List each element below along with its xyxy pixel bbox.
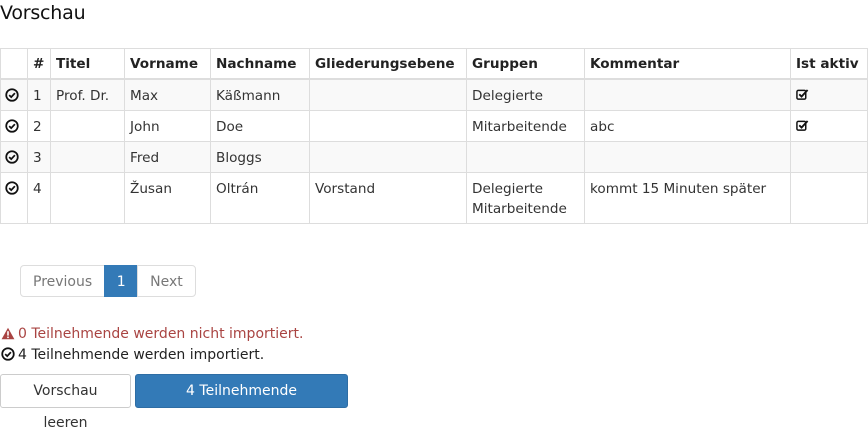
- row-kommentar: kommt 15 Minuten später: [584, 172, 791, 224]
- table-row: 4 Žusan Oltrán Vorstand Delegierte Mitar…: [0, 172, 868, 224]
- check-circle-icon: [5, 181, 19, 195]
- group-label: Delegierte: [472, 181, 544, 197]
- group-label: Mitarbeitende: [472, 119, 567, 135]
- row-status-cell: [0, 141, 28, 173]
- warning-triangle-icon: [1, 327, 15, 340]
- table-row: 1 Prof. Dr. Max Käßmann Delegierte: [0, 78, 868, 111]
- check-square-icon: [796, 89, 809, 100]
- previous-page-button[interactable]: Previous: [20, 265, 106, 297]
- row-status-cell: [0, 110, 28, 142]
- next-page-button[interactable]: Next: [137, 265, 196, 297]
- column-header-nachname: Nachname: [210, 48, 310, 80]
- row-number: 3: [27, 141, 51, 173]
- row-kommentar: abc: [584, 110, 791, 142]
- row-gruppen: Mitarbeitende: [466, 110, 585, 142]
- group-label: Mitarbeitende: [472, 201, 567, 217]
- column-header-kommentar: Kommentar: [584, 48, 791, 80]
- row-status-cell: [0, 78, 28, 111]
- row-gliederungsebene: [309, 110, 467, 142]
- row-nachname: Bloggs: [210, 141, 310, 173]
- row-nachname: Oltrán: [210, 172, 310, 224]
- column-header-ist-aktiv: Ist aktiv: [790, 48, 868, 80]
- row-nachname: Doe: [210, 110, 310, 142]
- imported-message: 4 Teilnehmende werden importiert.: [1, 346, 264, 364]
- preview-table: # Titel Vorname Nachname Gliederungseben…: [0, 48, 868, 224]
- row-gruppen: Delegierte Mitarbeitende: [466, 172, 585, 224]
- row-ist-aktiv: [790, 172, 868, 224]
- check-square-icon: [796, 120, 809, 131]
- table-header-row: # Titel Vorname Nachname Gliederungseben…: [0, 48, 868, 80]
- pagination: Previous 1 Next: [20, 265, 196, 297]
- import-participants-button[interactable]: 4 Teilnehmende importieren: [135, 374, 348, 431]
- column-header-vorname: Vorname: [124, 48, 211, 80]
- row-status-cell: [0, 172, 28, 224]
- row-number: 1: [27, 78, 51, 111]
- row-kommentar: [584, 141, 791, 173]
- row-gruppen: [466, 141, 585, 173]
- row-ist-aktiv: [790, 141, 868, 173]
- column-header-gliederungsebene: Gliederungsebene: [309, 48, 467, 80]
- row-gliederungsebene: [309, 141, 467, 173]
- column-header-status: [0, 48, 28, 80]
- current-page-button[interactable]: 1: [104, 265, 139, 297]
- column-header-titel: Titel: [50, 48, 125, 80]
- row-nachname: Käßmann: [210, 78, 310, 111]
- row-titel: [50, 172, 125, 224]
- row-kommentar: [584, 78, 791, 111]
- column-header-number: #: [27, 48, 51, 80]
- check-circle-icon: [5, 88, 19, 102]
- row-ist-aktiv: [790, 78, 868, 111]
- row-titel: Prof. Dr.: [50, 78, 125, 111]
- warning-text: 0 Teilnehmende werden nicht importiert.: [18, 326, 304, 342]
- row-vorname: Fred: [124, 141, 211, 173]
- page-title: Vorschau: [0, 2, 86, 24]
- row-number: 2: [27, 110, 51, 142]
- table-row: 3 Fred Bloggs: [0, 141, 868, 173]
- row-ist-aktiv: [790, 110, 868, 142]
- table-row: 2 John Doe Mitarbeitende abc: [0, 110, 868, 142]
- not-imported-message: 0 Teilnehmende werden nicht importiert.: [1, 325, 303, 343]
- column-header-gruppen: Gruppen: [466, 48, 585, 80]
- row-titel: [50, 110, 125, 142]
- group-label: Delegierte: [472, 88, 544, 104]
- success-text: 4 Teilnehmende werden importiert.: [18, 347, 265, 363]
- check-circle-icon: [5, 119, 19, 133]
- row-number: 4: [27, 172, 51, 224]
- row-gruppen: Delegierte: [466, 78, 585, 111]
- row-titel: [50, 141, 125, 173]
- row-gliederungsebene: [309, 78, 467, 111]
- clear-preview-button[interactable]: Vorschau leeren: [0, 374, 131, 431]
- row-vorname: Max: [124, 78, 211, 111]
- row-gliederungsebene: Vorstand: [309, 172, 467, 224]
- check-circle-icon: [1, 347, 15, 361]
- check-circle-icon: [5, 150, 19, 164]
- row-vorname: John: [124, 110, 211, 142]
- row-vorname: Žusan: [124, 172, 211, 224]
